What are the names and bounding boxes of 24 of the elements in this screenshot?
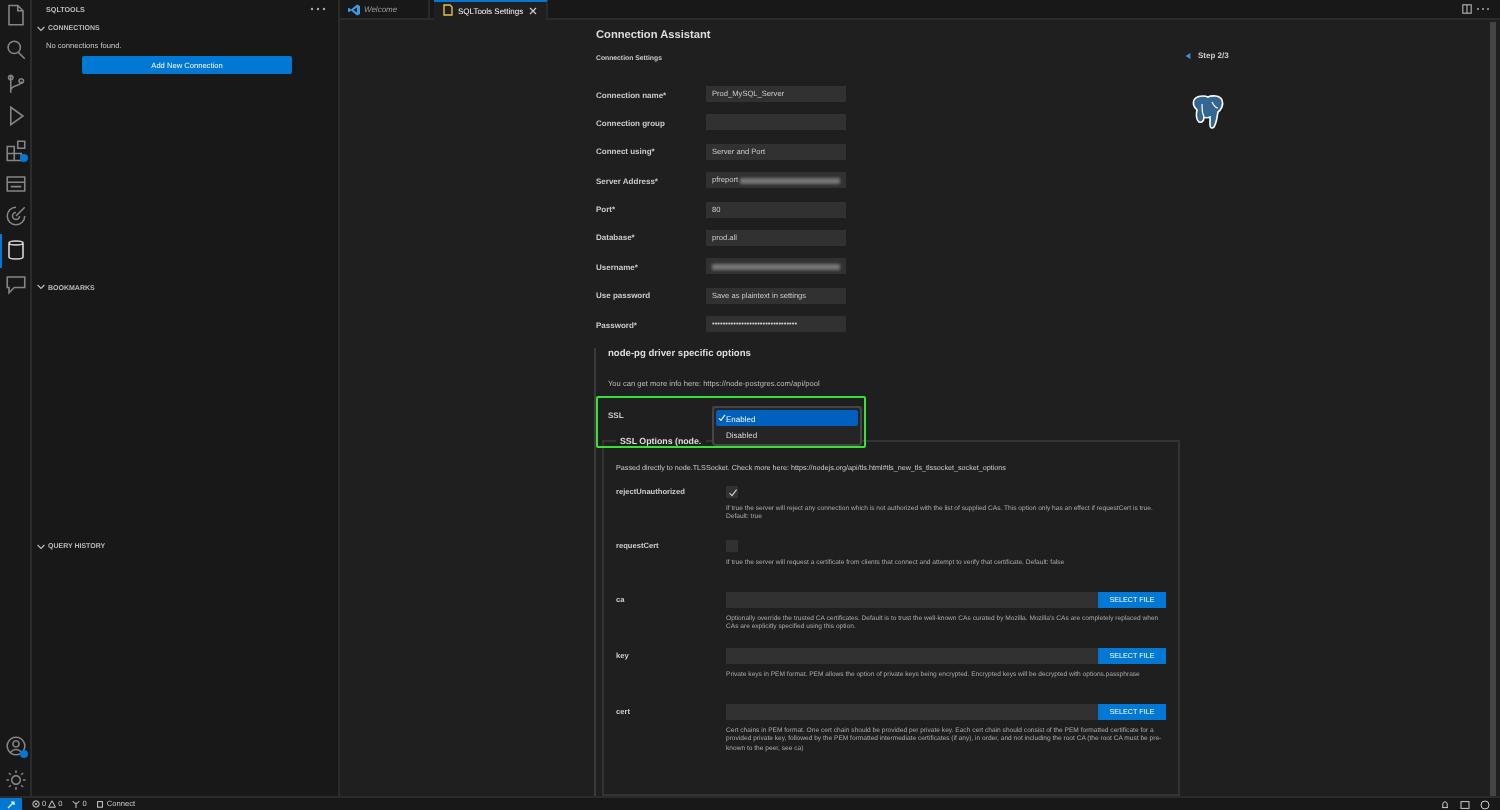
close-icon[interactable] (527, 5, 538, 15)
input-field[interactable] (706, 258, 846, 275)
redacted-text (712, 263, 840, 270)
layout-icon[interactable] (1460, 799, 1470, 809)
file-path-field[interactable] (726, 704, 1098, 721)
chevron-icon[interactable] (36, 541, 46, 552)
check-icon (717, 414, 725, 423)
more-icon[interactable] (310, 6, 326, 12)
back-arrow-icon[interactable] (1184, 51, 1192, 59)
redacted-text (740, 177, 840, 184)
elephant-logo (1190, 94, 1226, 132)
chevron-icon[interactable] (36, 23, 46, 33)
scrollbar[interactable] (1490, 22, 1496, 796)
checkbox[interactable] (726, 486, 738, 499)
file-path-field[interactable] (726, 648, 1098, 665)
warning-icon (48, 800, 57, 808)
file-path-field[interactable] (726, 592, 1098, 609)
remote-button[interactable] (0, 797, 22, 810)
chevron-icon[interactable] (36, 282, 46, 293)
code-editor-icon (348, 3, 360, 15)
database-icon[interactable] (0, 233, 30, 267)
split-editor-icon[interactable] (1462, 4, 1472, 14)
plug-icon (96, 800, 105, 808)
settings-file-icon (442, 4, 454, 16)
